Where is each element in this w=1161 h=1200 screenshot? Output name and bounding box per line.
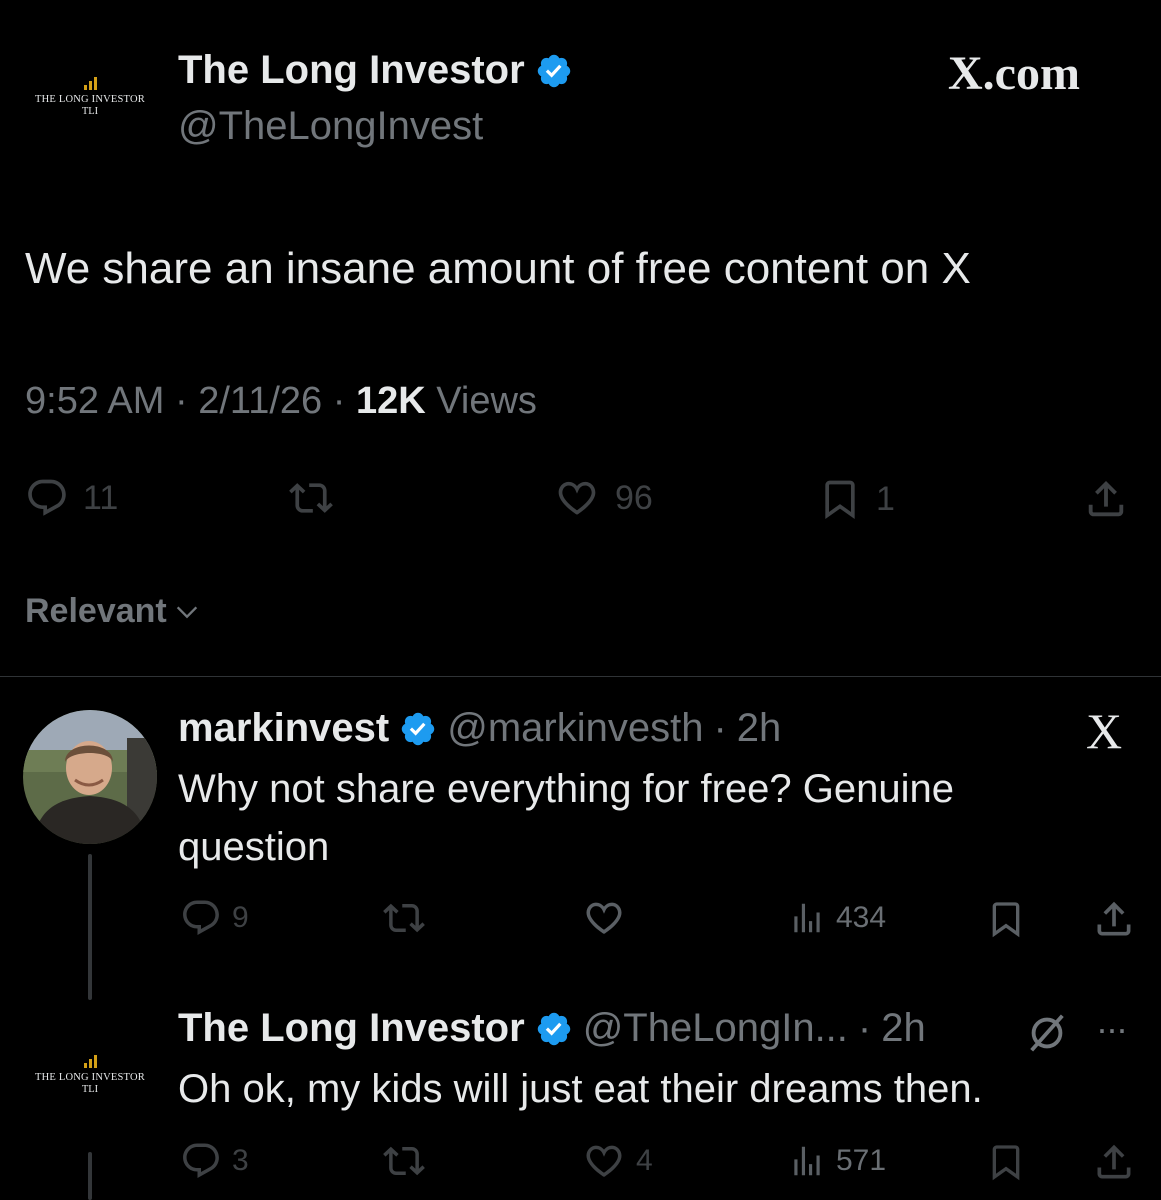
repost-button[interactable] [380,897,428,939]
meta-separator: · [713,706,727,750]
bookmark-button[interactable] [986,1140,1026,1184]
meta-separator: · [857,1006,872,1050]
author-logo[interactable]: THE LONG INVESTOR TLI [25,76,155,117]
bookmark-count: 1 [876,479,895,518]
logo-abbr: TLI [81,1084,99,1095]
analytics-icon [794,1146,820,1176]
bookmark-icon [825,480,855,520]
like-count: 4 [636,1144,653,1177]
meta-separator: · [322,380,356,422]
reply-button[interactable]: 9 [180,897,249,939]
reply-icon [183,900,219,935]
reply-count: 3 [232,1144,249,1177]
bookmark-icon [992,902,1020,938]
reply-icon [28,479,66,516]
verified-badge-icon [537,1012,570,1045]
verified-badge-icon [537,54,570,87]
reply-button[interactable]: 3 [180,1140,249,1182]
thread-line [88,1152,92,1200]
logo-name: THE LONG INVESTOR [35,94,145,105]
share-icon [1097,901,1131,936]
views-button[interactable]: 571 [788,1140,886,1182]
like-count: 96 [615,478,653,517]
reply-header: The Long Investor @TheLongIn... · 2h [178,1006,926,1051]
views-label-space [426,380,437,422]
reply-text: Why not share everything for free? Genui… [178,767,954,869]
author-handle[interactable]: @TheLongInvest [178,104,483,149]
repost-icon [383,903,425,933]
sort-dropdown[interactable]: Relevant [25,592,201,631]
post-meta: 9:52 AM · 2/11/26 · 12K Views [25,380,537,423]
reply-icon [183,1143,219,1178]
logo-bars-icon [25,1054,155,1068]
chevron-down-icon [176,606,197,618]
share-button[interactable] [1092,1140,1136,1184]
views-button[interactable]: 434 [788,897,886,939]
avatar-photo [23,710,157,844]
heart-icon [586,902,622,934]
divider [0,676,1161,677]
thread-line [88,854,92,1000]
views-count: 434 [836,901,887,934]
reply-button[interactable]: 11 [25,476,118,520]
reply-author-name[interactable]: The Long Investor [178,1006,525,1051]
heart-icon [558,481,596,515]
reply-age[interactable]: 2h [737,706,782,751]
bookmark-icon [992,1145,1020,1181]
author-name-row[interactable]: The Long Investor [178,48,573,93]
views-count: 571 [836,1144,887,1177]
reply-author-handle[interactable]: @markinvesth [447,706,703,751]
post-time[interactable]: 9:52 AM [25,380,164,422]
verified-badge-icon [402,712,435,745]
post-date[interactable]: 2/11/26 [198,380,322,422]
views-count: 12K [355,380,426,422]
brand-watermark: X.com [948,47,1080,100]
sort-label: Relevant [25,592,167,630]
repost-icon [383,1146,425,1176]
analytics-icon [794,903,820,933]
logo-abbr: TLI [81,106,99,117]
post-text: We share an insane amount of free conten… [25,244,971,293]
reply-count: 11 [83,478,119,517]
like-button[interactable] [582,897,626,939]
repost-icon [289,483,333,513]
like-button[interactable]: 4 [582,1140,653,1182]
reply-author-name[interactable]: markinvest [178,706,389,751]
logo-bars-icon [25,76,155,90]
x-logo-icon: X [1086,703,1123,759]
more-options-icon[interactable]: ··· [1096,1008,1128,1050]
like-button[interactable]: 96 [553,476,653,520]
heart-icon [586,1145,622,1177]
reply-age[interactable]: 2h [881,1006,926,1051]
bookmark-button[interactable]: 1 [818,476,895,522]
share-icon [1097,1144,1131,1179]
avatar[interactable] [23,710,157,844]
author-name: The Long Investor [178,48,525,92]
grok-icon[interactable] [1024,1010,1070,1061]
repost-button[interactable] [285,476,337,520]
reply-header: markinvest @markinvesth · 2h [178,706,781,751]
reply-author-handle[interactable]: @TheLongIn... [583,1006,848,1051]
reply-count: 9 [232,901,249,934]
share-button[interactable] [1082,476,1130,522]
share-button[interactable] [1092,897,1136,941]
share-icon [1088,480,1124,517]
logo-name: THE LONG INVESTOR [35,1072,145,1083]
meta-separator: · [164,380,199,422]
author-logo[interactable]: THE LONG INVESTOR TLI [25,1054,155,1095]
views-label: Views [436,380,537,422]
repost-button[interactable] [380,1140,428,1182]
bookmark-button[interactable] [986,897,1026,941]
reply-text: Oh ok, my kids will just eat their dream… [178,1067,983,1111]
